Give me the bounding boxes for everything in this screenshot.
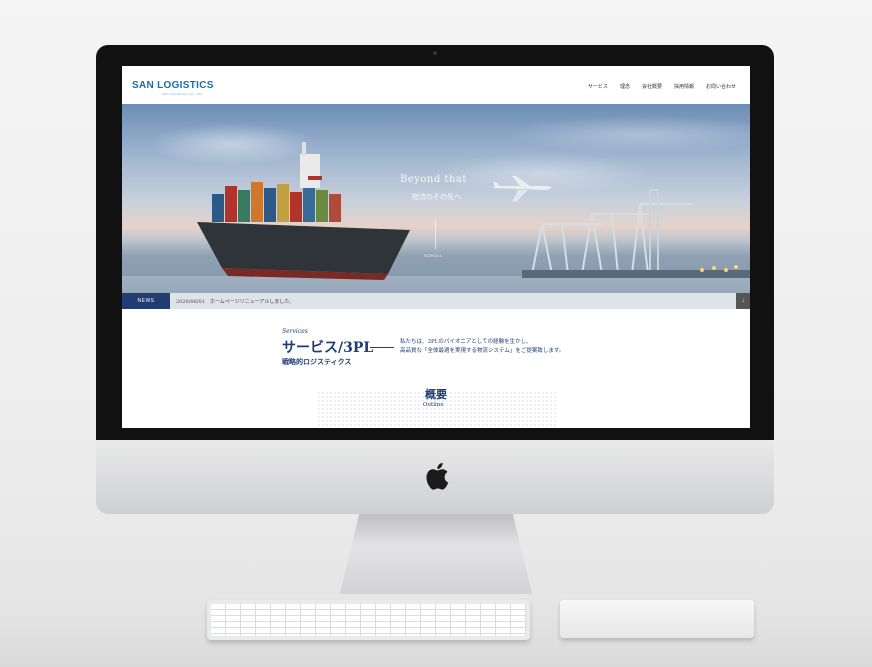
scroll-down-button[interactable]: ↓ [736,293,750,309]
nav-item-services[interactable]: サービス [588,83,608,90]
port-cranes-image [522,189,750,278]
hero-headline: Beyond that [400,174,467,185]
monitor-stand [340,514,532,594]
services-label: Services [282,328,308,335]
services-divider [370,347,394,348]
services-desc-line-2: 高品質な「全体最適を実現する物流システム」をご提案致します。 [400,348,565,354]
main-nav: サービス 理念 会社概要 採用情報 お問い合わせ [588,83,736,90]
website-screen: SAN LOGISTICS SAN LOGISTICS CO.,LTD サービス… [122,66,750,428]
trackpad [560,600,754,638]
news-bar: NEWS 2020/06/01 ホームページリニューアルしました。 ↓ [122,293,750,309]
site-header: SAN LOGISTICS SAN LOGISTICS CO.,LTD サービス… [122,66,750,104]
nav-item-recruit[interactable]: 採用情報 [674,83,694,90]
camera-icon [433,51,437,55]
site-logo-sub: SAN LOGISTICS CO.,LTD [162,92,202,96]
hero-subhead: 物流のその先へ [412,193,461,201]
news-tag[interactable]: NEWS [122,293,170,309]
nav-item-contact[interactable]: お問い合わせ [706,83,736,90]
services-title: サービス/3PL [282,340,374,356]
hero-banner: Beyond that 物流のその先へ SCROLL NEWS 2020/06/… [122,104,750,309]
scroll-indicator-line [435,219,436,249]
services-description: 私たちは、3PLのパイオニアとしての経験を生かし、 高品質な「全体最適を実現する… [400,338,564,356]
scroll-indicator[interactable]: SCROLL [424,253,443,258]
outline-subtitle: Outline [423,402,444,408]
services-desc-line-1: 私たちは、3PLのパイオニアとしての経験を生かし、 [400,339,532,345]
services-subtitle: 戦略的ロジスティクス [282,357,352,366]
news-item[interactable]: 2020/06/01 ホームページリニューアルしました。 [176,298,294,305]
container-ship-image [197,142,410,280]
keyboard [207,600,530,640]
apple-logo-icon [426,462,449,490]
nav-item-company[interactable]: 会社概要 [642,83,662,90]
nav-item-philosophy[interactable]: 理念 [620,83,630,90]
outline-title: 概要 [425,388,447,401]
site-logo[interactable]: SAN LOGISTICS [132,80,214,91]
